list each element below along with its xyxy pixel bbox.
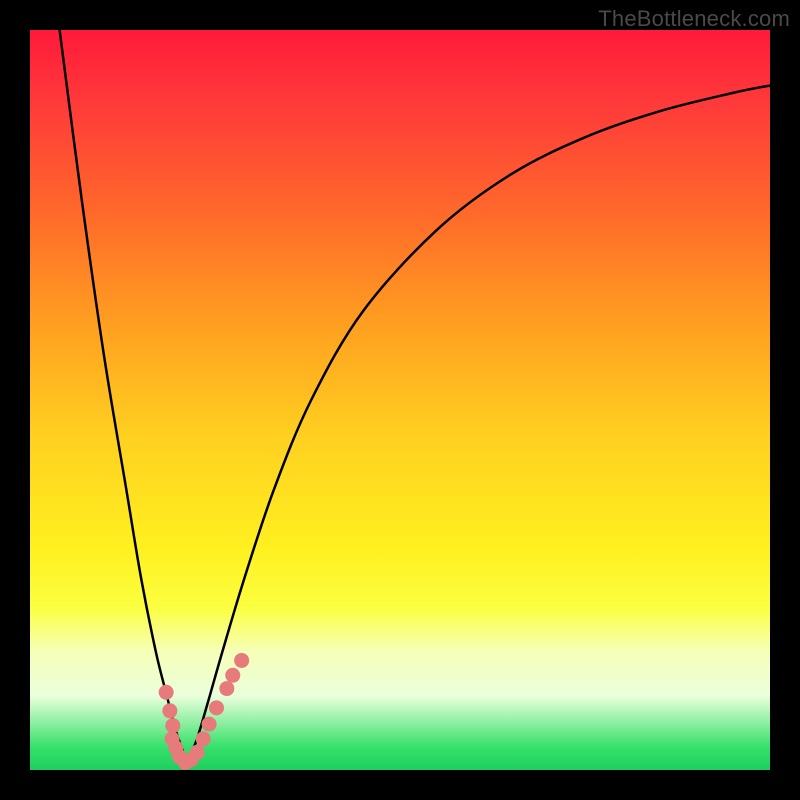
marker-dots bbox=[159, 653, 249, 770]
curve-left-branch bbox=[60, 30, 187, 763]
marker-dot bbox=[159, 685, 174, 700]
marker-dot bbox=[165, 718, 180, 733]
chart-frame: TheBottleneck.com bbox=[0, 0, 800, 800]
marker-dot bbox=[209, 700, 224, 715]
marker-dot bbox=[234, 653, 249, 668]
marker-dot bbox=[225, 668, 240, 683]
marker-dot bbox=[162, 703, 177, 718]
curve-layer bbox=[30, 30, 770, 770]
marker-dot bbox=[219, 681, 234, 696]
curve-right-branch bbox=[187, 86, 770, 763]
marker-dot bbox=[202, 717, 217, 732]
marker-dot bbox=[190, 745, 205, 760]
watermark-text: TheBottleneck.com bbox=[598, 6, 790, 32]
plot-area bbox=[30, 30, 770, 770]
marker-dot bbox=[196, 731, 211, 746]
